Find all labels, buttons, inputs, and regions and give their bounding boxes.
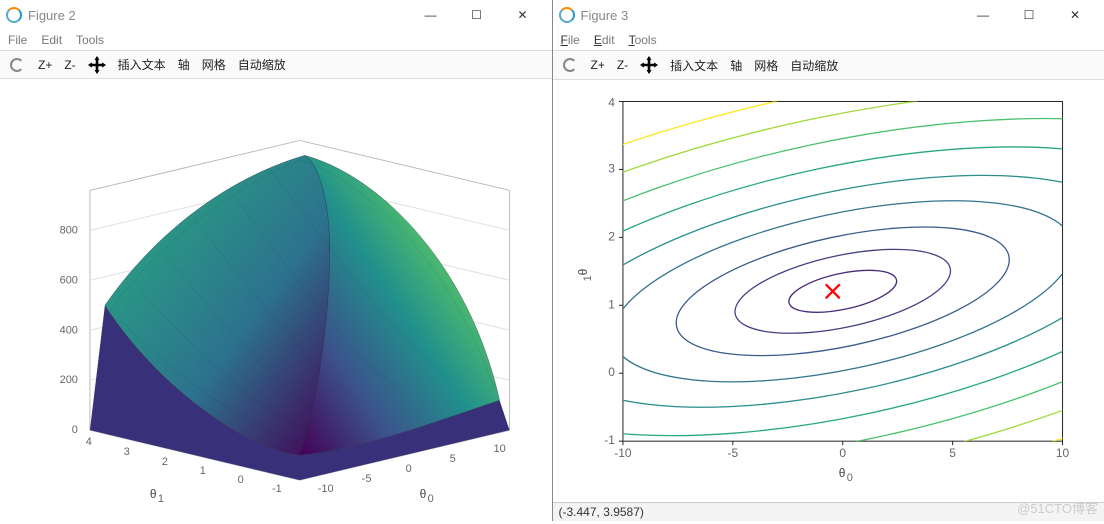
maximize-button[interactable]: ☐ bbox=[454, 0, 500, 30]
menubar: File Edit Tools bbox=[553, 30, 1104, 51]
svg-text:10: 10 bbox=[494, 444, 506, 456]
svg-text:-10: -10 bbox=[614, 446, 632, 460]
autoscale-button[interactable]: 自动缩放 bbox=[238, 56, 286, 73]
zoom-out-button[interactable]: Z- bbox=[617, 58, 628, 72]
statusbar: (-3.447, 3.9587) bbox=[553, 502, 1104, 521]
grid-button[interactable]: 网格 bbox=[202, 56, 226, 73]
axes-button[interactable]: 轴 bbox=[178, 56, 190, 73]
svg-text:3: 3 bbox=[608, 162, 615, 176]
svg-text:5: 5 bbox=[450, 454, 456, 466]
svg-text:10: 10 bbox=[1055, 446, 1069, 460]
svg-text:-1: -1 bbox=[272, 484, 282, 496]
plot-3d-surface[interactable]: 0 200 400 600 800 4 3 2 1 0 -1 θ1 -10 -5… bbox=[0, 79, 552, 521]
insert-text-button[interactable]: 插入文本 bbox=[118, 56, 166, 73]
svg-text:0: 0 bbox=[846, 472, 852, 484]
cursor-coords: (-3.447, 3.9587) bbox=[559, 505, 644, 519]
toolbar: Z+ Z- 插入文本 轴 网格 自动缩放 bbox=[0, 51, 552, 80]
svg-text:800: 800 bbox=[60, 225, 78, 237]
axes-button[interactable]: 轴 bbox=[730, 57, 742, 74]
menubar: File Edit Tools bbox=[0, 30, 552, 51]
pan-icon[interactable] bbox=[640, 56, 658, 74]
toolbar: Z+ Z- 插入文本 轴 网格 自动缩放 bbox=[553, 51, 1104, 80]
svg-text:2: 2 bbox=[608, 229, 615, 243]
rotate-icon[interactable] bbox=[561, 56, 579, 74]
plot-contour[interactable]: -10 -5 0 5 10 θ0 -1 0 1 2 3 bbox=[553, 80, 1104, 502]
svg-text:1: 1 bbox=[158, 494, 164, 506]
menu-edit[interactable]: Edit bbox=[41, 33, 62, 47]
svg-text:θ: θ bbox=[420, 488, 427, 502]
menu-tools[interactable]: Tools bbox=[629, 33, 657, 47]
marker-x-icon bbox=[825, 284, 839, 298]
pan-icon[interactable] bbox=[88, 56, 106, 74]
svg-text:-1: -1 bbox=[604, 433, 615, 447]
svg-text:-10: -10 bbox=[318, 484, 334, 496]
titlebar[interactable]: Figure 3 — ☐ ✕ bbox=[553, 0, 1104, 30]
close-button[interactable]: ✕ bbox=[1052, 0, 1098, 30]
svg-text:400: 400 bbox=[60, 325, 78, 337]
svg-text:θ: θ bbox=[575, 268, 589, 275]
svg-text:θ: θ bbox=[838, 466, 845, 480]
menu-edit[interactable]: Edit bbox=[594, 33, 615, 47]
window-title: Figure 3 bbox=[581, 8, 629, 23]
svg-text:2: 2 bbox=[162, 457, 168, 469]
svg-text:600: 600 bbox=[60, 275, 78, 287]
svg-text:1: 1 bbox=[200, 466, 206, 478]
svg-text:1: 1 bbox=[608, 297, 615, 311]
octave-icon bbox=[559, 7, 575, 23]
menu-file[interactable]: File bbox=[561, 33, 580, 47]
svg-text:3: 3 bbox=[124, 447, 130, 459]
svg-text:0: 0 bbox=[428, 494, 434, 506]
svg-text:200: 200 bbox=[60, 375, 78, 387]
titlebar[interactable]: Figure 2 — ☐ ✕ bbox=[0, 0, 552, 30]
svg-text:1: 1 bbox=[581, 275, 593, 281]
svg-text:0: 0 bbox=[839, 446, 846, 460]
svg-text:-5: -5 bbox=[727, 446, 738, 460]
window-title: Figure 2 bbox=[28, 8, 76, 23]
window-figure-2: Figure 2 — ☐ ✕ File Edit Tools Z+ Z- 插入文… bbox=[0, 0, 553, 521]
svg-text:0: 0 bbox=[608, 365, 615, 379]
svg-text:0: 0 bbox=[72, 425, 78, 437]
zoom-out-button[interactable]: Z- bbox=[64, 58, 75, 72]
svg-text:θ: θ bbox=[150, 488, 157, 502]
svg-text:4: 4 bbox=[86, 437, 92, 449]
zoom-in-button[interactable]: Z+ bbox=[38, 58, 52, 72]
close-button[interactable]: ✕ bbox=[500, 0, 546, 30]
menu-file[interactable]: File bbox=[8, 33, 27, 47]
minimize-button[interactable]: — bbox=[960, 0, 1006, 30]
menu-tools[interactable]: Tools bbox=[76, 33, 104, 47]
minimize-button[interactable]: — bbox=[408, 0, 454, 30]
svg-text:4: 4 bbox=[608, 96, 615, 110]
svg-text:0: 0 bbox=[238, 475, 244, 487]
insert-text-button[interactable]: 插入文本 bbox=[670, 57, 718, 74]
rotate-icon[interactable] bbox=[8, 56, 26, 74]
maximize-button[interactable]: ☐ bbox=[1006, 0, 1052, 30]
zoom-in-button[interactable]: Z+ bbox=[591, 58, 605, 72]
svg-text:0: 0 bbox=[406, 464, 412, 476]
grid-button[interactable]: 网格 bbox=[754, 57, 778, 74]
svg-text:5: 5 bbox=[949, 446, 956, 460]
octave-icon bbox=[6, 7, 22, 23]
svg-text:-5: -5 bbox=[362, 474, 372, 486]
autoscale-button[interactable]: 自动缩放 bbox=[790, 57, 838, 74]
window-figure-3: Figure 3 — ☐ ✕ File Edit Tools Z+ Z- 插入文… bbox=[553, 0, 1104, 521]
